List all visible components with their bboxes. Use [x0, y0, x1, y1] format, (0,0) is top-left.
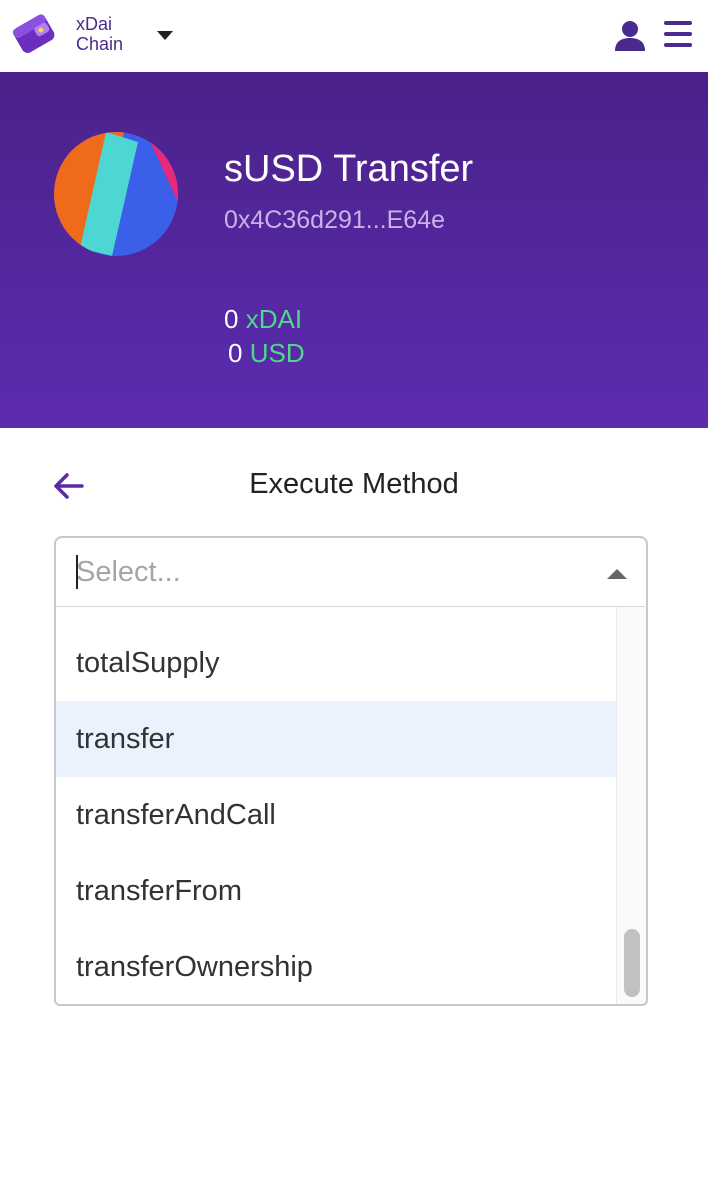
user-icon[interactable] — [614, 20, 646, 52]
dropdown-option[interactable]: transferOwnership — [56, 929, 618, 1004]
balance-unit: USD — [249, 338, 305, 368]
page-title: Execute Method — [249, 468, 459, 500]
dropdown-option[interactable]: transferAndCall — [56, 777, 618, 853]
balance-unit: xDAI — [245, 304, 303, 334]
balance-amount: 0 — [228, 338, 243, 368]
network-name-line1: xDai — [76, 14, 113, 34]
contract-avatar — [54, 132, 178, 256]
balance-xdai: 0 xDAI — [224, 304, 302, 335]
caret-down-icon[interactable] — [157, 31, 173, 40]
caret-up-icon[interactable] — [607, 569, 627, 579]
contract-name: sUSD Transfer — [224, 148, 474, 190]
balance-usd: 0 USD — [228, 338, 305, 369]
hamburger-menu-icon[interactable] — [664, 20, 692, 48]
text-cursor — [76, 555, 78, 589]
network-selector[interactable]: xDai Chain — [76, 14, 123, 54]
dropdown-option-highlighted[interactable]: transfer — [56, 701, 618, 777]
contract-address[interactable]: 0x4C36d291...E64e — [224, 206, 445, 235]
top-bar: xDai Chain — [0, 0, 708, 72]
wallet-logo-icon[interactable] — [10, 12, 58, 56]
contract-header: sUSD Transfer 0x4C36d291...E64e 0 xDAI 0… — [0, 72, 708, 428]
scrollbar-thumb[interactable] — [624, 929, 640, 997]
balance-amount: 0 — [224, 304, 239, 334]
dropdown-option[interactable]: totalSupply — [56, 625, 618, 701]
method-select[interactable] — [54, 536, 648, 608]
method-search-input[interactable] — [76, 554, 556, 590]
dropdown-option[interactable]: transferFrom — [56, 853, 618, 929]
dropdown-scrollbar[interactable] — [616, 607, 646, 1004]
network-name-line2: Chain — [76, 34, 124, 54]
method-dropdown-menu: totalSupply transfer transferAndCall tra… — [54, 606, 648, 1006]
